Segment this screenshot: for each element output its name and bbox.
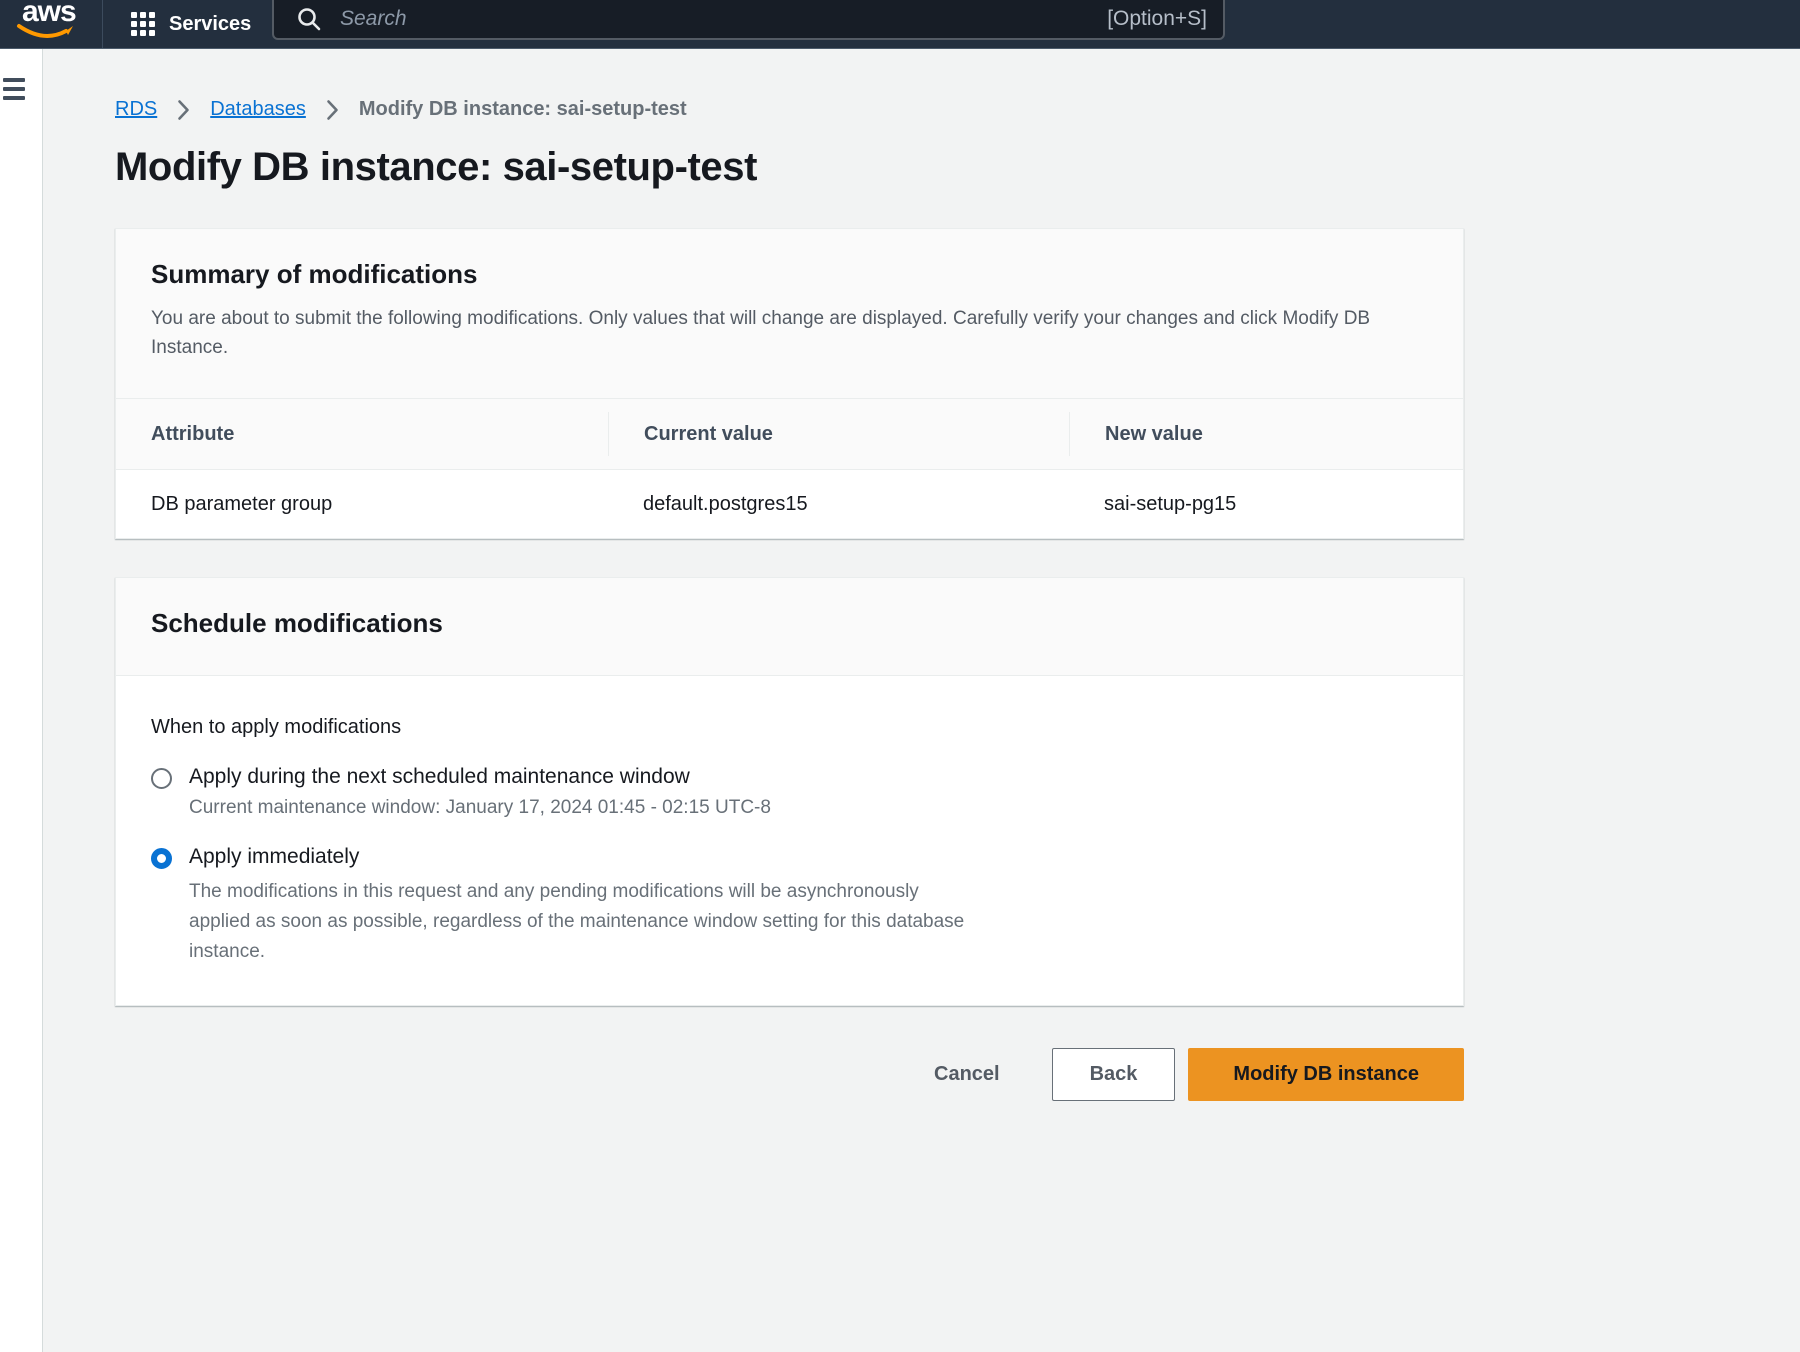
radio-unselected-icon[interactable] xyxy=(151,768,172,789)
page-title: Modify DB instance: sai-setup-test xyxy=(115,145,1464,190)
cell-new-value: sai-setup-pg15 xyxy=(1069,493,1465,516)
apply-immediately-helper-text: The modifications in this request and an… xyxy=(189,877,969,967)
cell-current-value: default.postgres15 xyxy=(608,493,1069,516)
top-navigation-bar: aws Services [Option+S] xyxy=(0,0,1800,49)
aws-logo[interactable]: aws xyxy=(16,1,80,47)
when-to-apply-label: When to apply modifications xyxy=(151,716,1428,739)
column-header-attribute: Attribute xyxy=(116,412,608,456)
breadcrumb-link-databases[interactable]: Databases xyxy=(210,98,306,121)
services-label: Services xyxy=(169,13,251,36)
search-icon xyxy=(296,6,322,32)
chevron-right-icon xyxy=(177,99,190,121)
chevron-right-icon xyxy=(326,99,339,121)
cancel-button[interactable]: Cancel xyxy=(934,1063,1000,1086)
table-row: DB parameter group default.postgres15 sa… xyxy=(116,469,1463,538)
back-button[interactable]: Back xyxy=(1052,1048,1176,1101)
column-header-new-value: New value xyxy=(1069,412,1465,456)
aws-smile-icon xyxy=(16,23,78,47)
radio-option-label[interactable]: Apply during the next scheduled maintena… xyxy=(189,765,690,789)
summary-of-modifications-card: Summary of modifications You are about t… xyxy=(115,228,1464,539)
main-content: RDS Databases Modify DB instance: sai-se… xyxy=(44,48,1800,1352)
modify-db-instance-button[interactable]: Modify DB instance xyxy=(1188,1048,1464,1101)
cell-attribute: DB parameter group xyxy=(116,493,608,516)
summary-table-header: Attribute Current value New value xyxy=(116,398,1463,469)
summary-card-description: You are about to submit the following mo… xyxy=(151,304,1391,362)
global-search-box[interactable]: [Option+S] xyxy=(272,0,1225,40)
column-header-current-value: Current value xyxy=(608,412,1069,456)
breadcrumb-current: Modify DB instance: sai-setup-test xyxy=(359,98,687,121)
breadcrumb-link-rds[interactable]: RDS xyxy=(115,98,157,121)
form-actions: Cancel Back Modify DB instance xyxy=(115,1048,1464,1101)
maintenance-window-helper-text: Current maintenance window: January 17, … xyxy=(189,797,1428,819)
breadcrumb: RDS Databases Modify DB instance: sai-se… xyxy=(115,98,1464,121)
search-input[interactable] xyxy=(338,6,1107,32)
schedule-modifications-card: Schedule modifications When to apply mod… xyxy=(115,577,1464,1006)
collapsed-side-navigation xyxy=(0,48,43,1352)
radio-option-label[interactable]: Apply immediately xyxy=(189,845,359,869)
radio-option-apply-immediately[interactable]: Apply immediately xyxy=(151,845,1428,869)
radio-selected-icon[interactable] xyxy=(151,848,172,869)
menu-hamburger-button[interactable] xyxy=(1,76,27,107)
schedule-card-title: Schedule modifications xyxy=(151,608,1428,639)
search-shortcut-hint: [Option+S] xyxy=(1107,7,1207,31)
summary-card-title: Summary of modifications xyxy=(151,259,1428,290)
radio-option-maintenance-window[interactable]: Apply during the next scheduled maintena… xyxy=(151,765,1428,789)
services-grid-icon xyxy=(131,12,155,36)
services-menu-button[interactable]: Services xyxy=(103,0,279,48)
